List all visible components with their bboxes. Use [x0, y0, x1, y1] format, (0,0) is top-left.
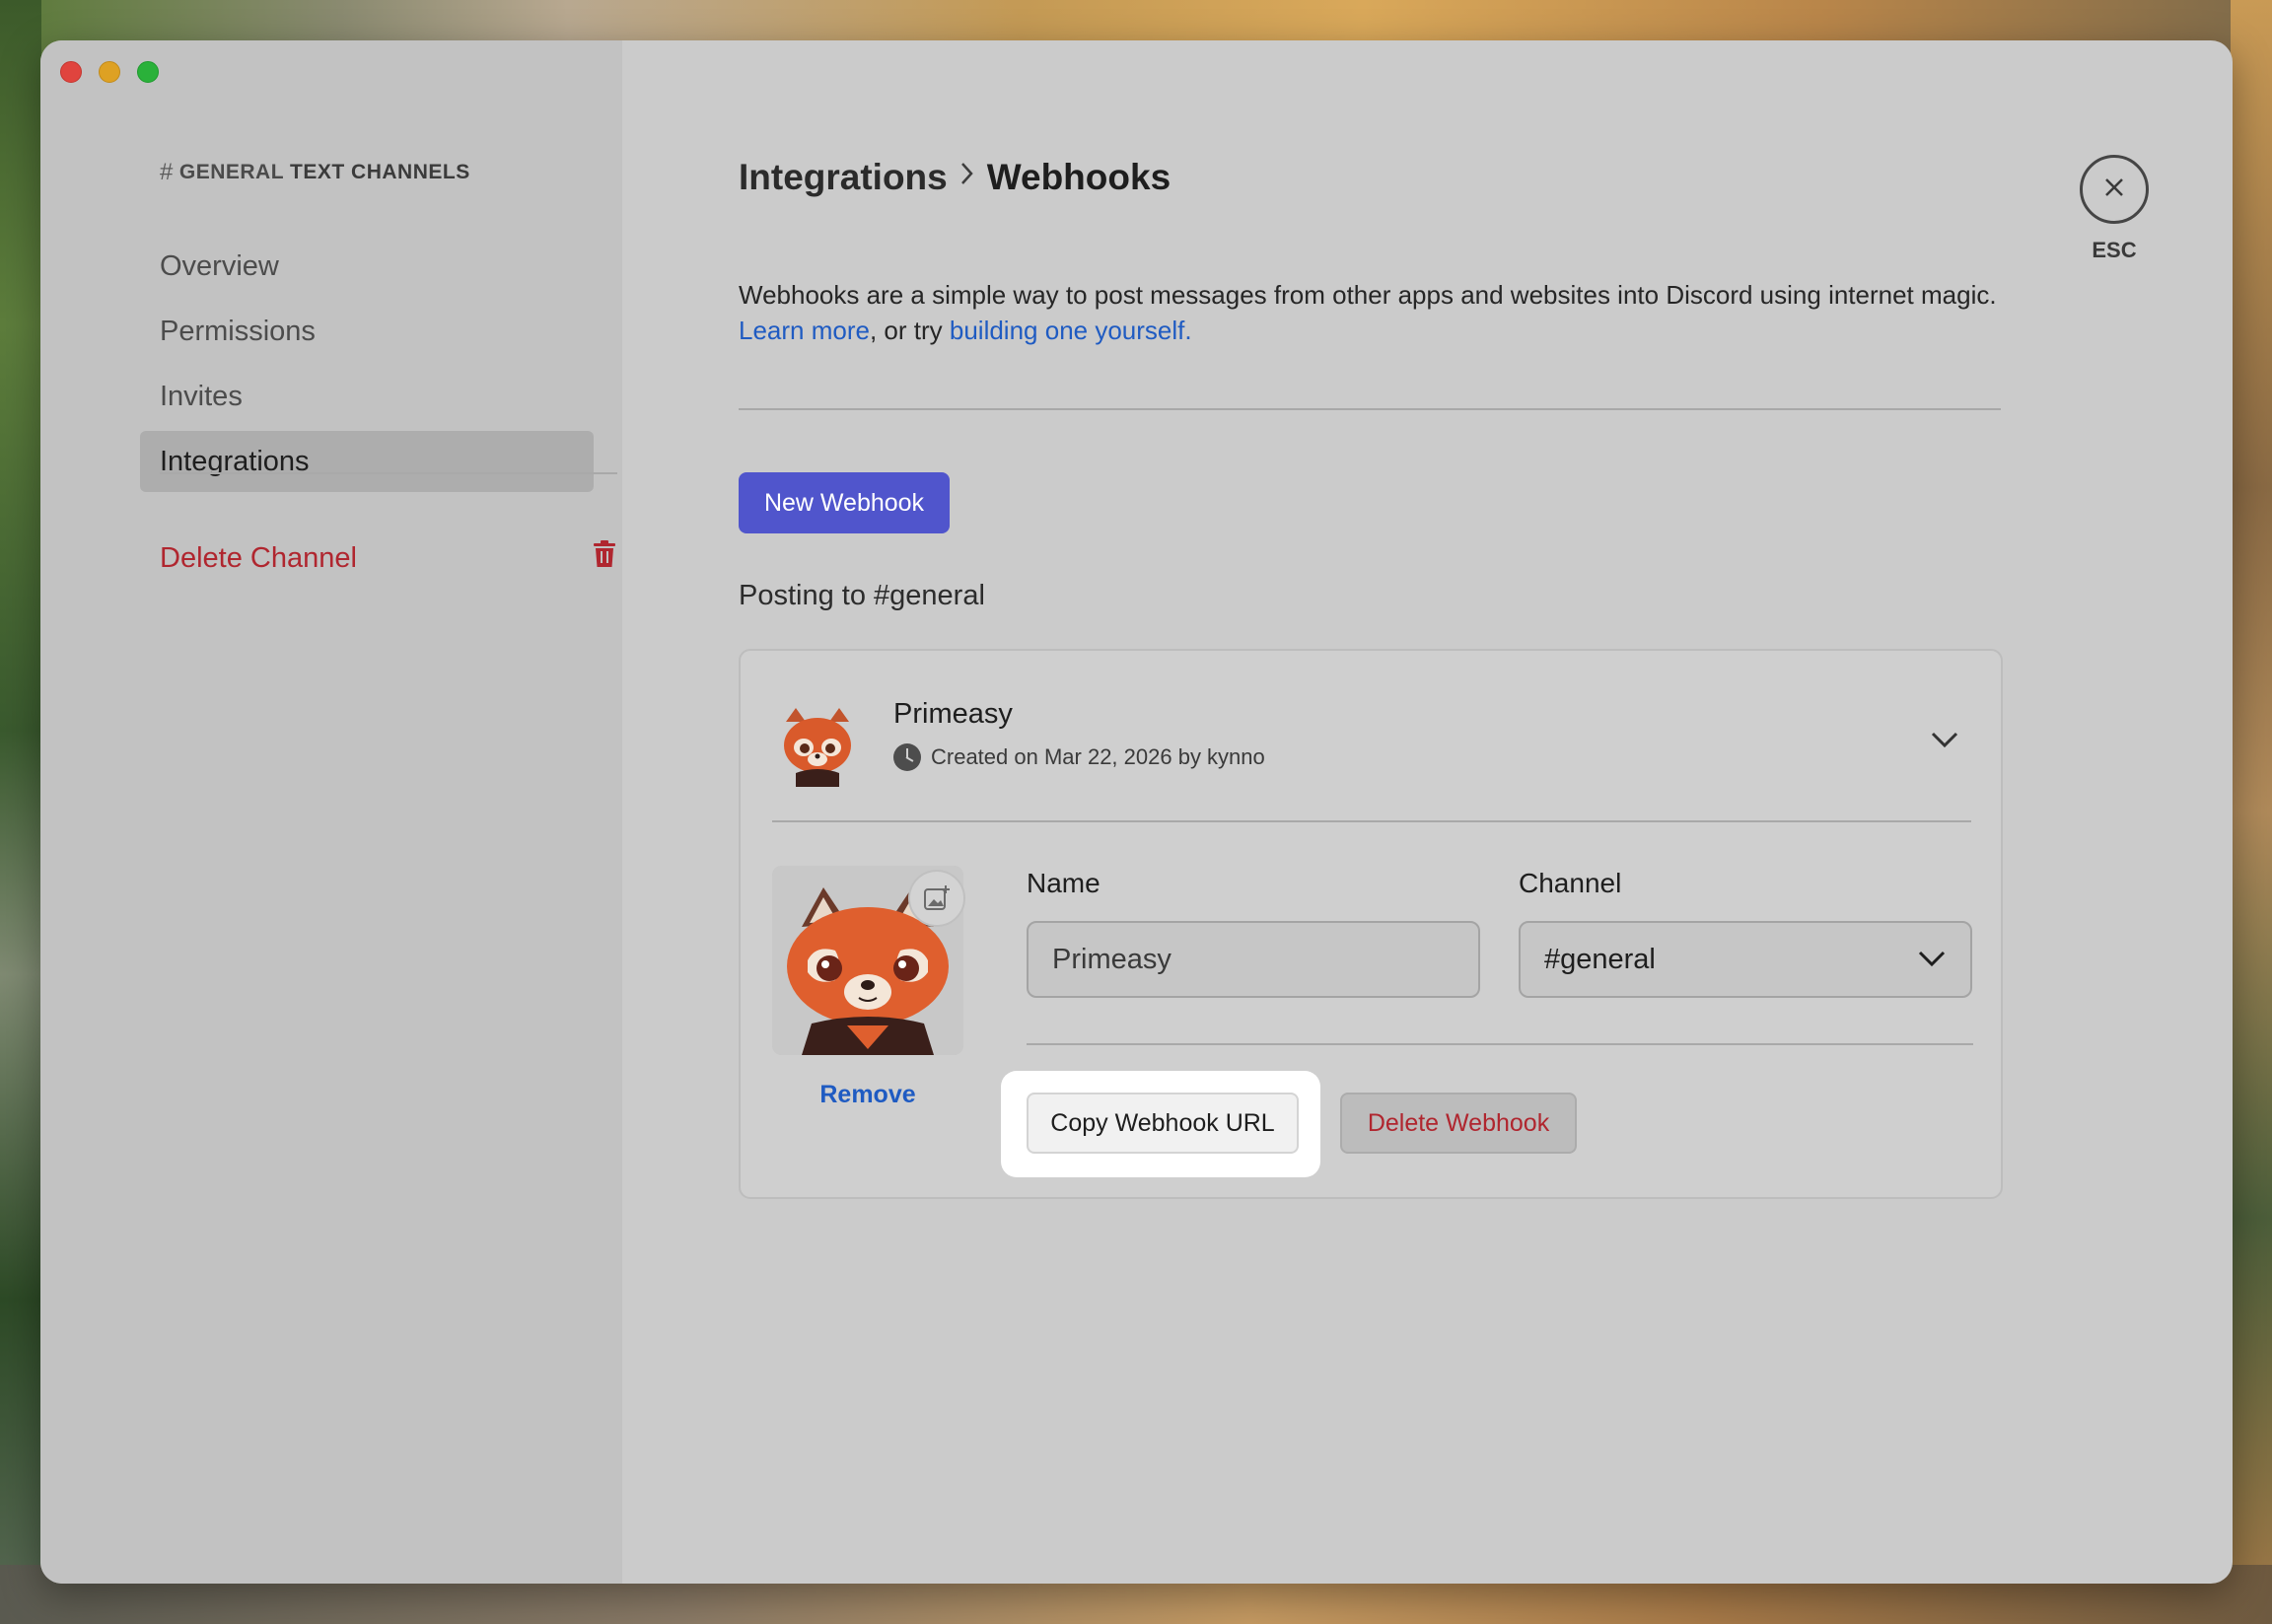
sidebar-item-invites[interactable]: Invites — [140, 366, 594, 427]
name-field-label: Name — [1027, 868, 1100, 898]
maximize-window-button[interactable] — [137, 61, 159, 83]
delete-channel-label: Delete Channel — [160, 541, 357, 574]
learn-more-link[interactable]: Learn more — [739, 316, 870, 345]
sidebar-header: # GENERAL TEXT CHANNELS — [160, 159, 470, 186]
sidebar-item-overview[interactable]: Overview — [140, 236, 594, 297]
sidebar-item-permissions[interactable]: Permissions — [140, 301, 594, 362]
channel-select[interactable]: #general — [1519, 921, 1972, 998]
sidebar-header-channel: GENERAL — [178, 161, 285, 183]
sidebar-header-category: TEXT CHANNELS — [290, 161, 470, 183]
webhook-card-divider — [772, 820, 1971, 822]
description-text: Webhooks are a simple way to post messag… — [739, 280, 1997, 310]
sidebar: # GENERAL TEXT CHANNELS Overview Permiss… — [40, 40, 622, 1584]
close-settings-button[interactable] — [2080, 155, 2149, 224]
form-divider — [1027, 1043, 1973, 1045]
webhook-meta: Created on Mar 22, 2026 by kynno — [893, 743, 1265, 771]
trash-icon — [592, 539, 617, 577]
breadcrumb-integrations[interactable]: Integrations — [739, 157, 948, 198]
description-or-try: , or try — [869, 316, 950, 345]
webhook-avatar-small[interactable] — [774, 700, 861, 787]
remove-avatar-link[interactable]: Remove — [772, 1081, 963, 1109]
webhook-name-title: Primeasy — [893, 698, 1013, 730]
delete-channel-button[interactable]: Delete Channel — [160, 539, 617, 577]
delete-webhook-button[interactable]: Delete Webhook — [1340, 1093, 1577, 1154]
upload-image-icon[interactable] — [908, 870, 965, 927]
webhook-created-text: Created on Mar 22, 2026 by kynno — [931, 744, 1265, 769]
build-yourself-link[interactable]: building one yourself. — [950, 316, 1192, 345]
breadcrumb: Integrations Webhooks — [739, 157, 1171, 198]
close-icon — [2102, 176, 2126, 204]
close-window-button[interactable] — [60, 61, 82, 83]
minimize-window-button[interactable] — [99, 61, 120, 83]
posting-to-label: Posting to #general — [739, 580, 985, 611]
window-controls — [60, 61, 159, 83]
channel-field-label: Channel — [1519, 868, 1622, 898]
sidebar-item-label: Invites — [160, 380, 243, 412]
main-content: Integrations Webhooks Webhooks are a sim… — [622, 40, 2233, 1584]
clock-icon — [893, 743, 921, 771]
chevron-right-icon — [959, 161, 975, 194]
sidebar-item-integrations[interactable]: Integrations — [140, 431, 594, 492]
settings-window: # GENERAL TEXT CHANNELS Overview Permiss… — [40, 40, 2233, 1584]
chevron-down-icon — [1917, 944, 1947, 976]
webhook-card: Primeasy Created on Mar 22, 2026 by kynn… — [739, 649, 2003, 1199]
sidebar-nav: Overview Permissions Invites Integration… — [140, 236, 594, 496]
hash-icon: # — [160, 159, 174, 185]
sidebar-item-label: Overview — [160, 249, 279, 282]
breadcrumb-webhooks: Webhooks — [986, 157, 1172, 197]
esc-label: ESC — [2092, 238, 2137, 262]
content-divider — [739, 408, 2001, 410]
desktop-wallpaper-left — [0, 0, 41, 1624]
sidebar-item-label: Permissions — [160, 315, 316, 347]
sidebar-divider — [160, 472, 617, 474]
desktop-wallpaper-right — [2231, 0, 2272, 1624]
collapse-webhook-chevron-icon[interactable] — [1930, 730, 1959, 754]
webhooks-description: Webhooks are a simple way to post messag… — [739, 277, 2021, 348]
webhook-name-input[interactable] — [1027, 921, 1480, 998]
new-webhook-button[interactable]: New Webhook — [739, 472, 950, 533]
copy-webhook-url-button[interactable]: Copy Webhook URL — [1027, 1093, 1299, 1154]
channel-select-value: #general — [1544, 943, 1656, 975]
